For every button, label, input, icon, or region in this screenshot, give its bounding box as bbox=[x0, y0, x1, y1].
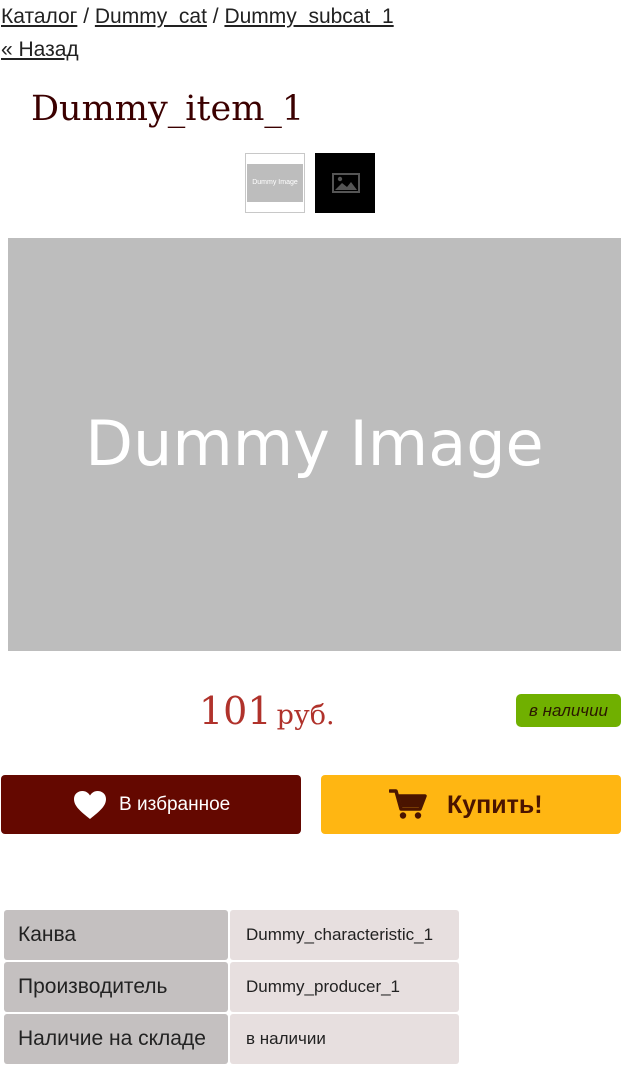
breadcrumb: Каталог / Dummy_cat / Dummy_subcat_1 bbox=[1, 4, 394, 30]
favorites-button-label: В избранное bbox=[119, 794, 231, 815]
product-thumbnail-1[interactable]: Dummy Image bbox=[245, 153, 305, 213]
product-price: 101 руб. bbox=[199, 688, 335, 734]
characteristic-value: Dummy_producer_1 bbox=[230, 962, 459, 1012]
main-image-placeholder-text: Dummy Image bbox=[85, 407, 544, 480]
buy-button[interactable]: Купить! bbox=[321, 775, 621, 834]
stock-status-badge: в наличии bbox=[516, 694, 621, 727]
thumbnail-dummy-image-text: Dummy Image bbox=[247, 164, 303, 202]
characteristic-name: Производитель bbox=[4, 962, 228, 1012]
table-row: Канва Dummy_characteristic_1 bbox=[4, 910, 459, 960]
characteristic-value: Dummy_characteristic_1 bbox=[230, 910, 459, 960]
breadcrumb-link-subcategory[interactable]: Dummy_subcat_1 bbox=[224, 5, 393, 28]
product-title: Dummy_item_1 bbox=[31, 89, 305, 129]
image-placeholder-icon bbox=[332, 173, 360, 193]
product-thumbnail-2[interactable] bbox=[315, 153, 375, 213]
characteristic-name: Канва bbox=[4, 910, 228, 960]
heart-icon bbox=[74, 791, 106, 819]
price-currency: руб. bbox=[276, 700, 335, 731]
price-value: 101 bbox=[199, 689, 272, 733]
breadcrumb-separator: / bbox=[212, 5, 219, 28]
shopping-cart-icon bbox=[389, 789, 427, 819]
product-main-image[interactable]: Dummy Image bbox=[8, 238, 621, 651]
characteristic-value: в наличии bbox=[230, 1014, 459, 1064]
add-to-favorites-button[interactable]: В избранное bbox=[1, 775, 301, 834]
back-link[interactable]: « Назад bbox=[1, 37, 79, 63]
characteristics-table: Канва Dummy_characteristic_1 Производите… bbox=[2, 908, 461, 1066]
breadcrumb-link-catalog[interactable]: Каталог bbox=[1, 5, 77, 28]
breadcrumb-separator: / bbox=[83, 5, 90, 28]
buy-button-label: Купить! bbox=[447, 791, 543, 819]
table-row: Наличие на складе в наличии bbox=[4, 1014, 459, 1064]
breadcrumb-link-category[interactable]: Dummy_cat bbox=[95, 5, 207, 28]
characteristic-name: Наличие на складе bbox=[4, 1014, 228, 1064]
table-row: Производитель Dummy_producer_1 bbox=[4, 962, 459, 1012]
